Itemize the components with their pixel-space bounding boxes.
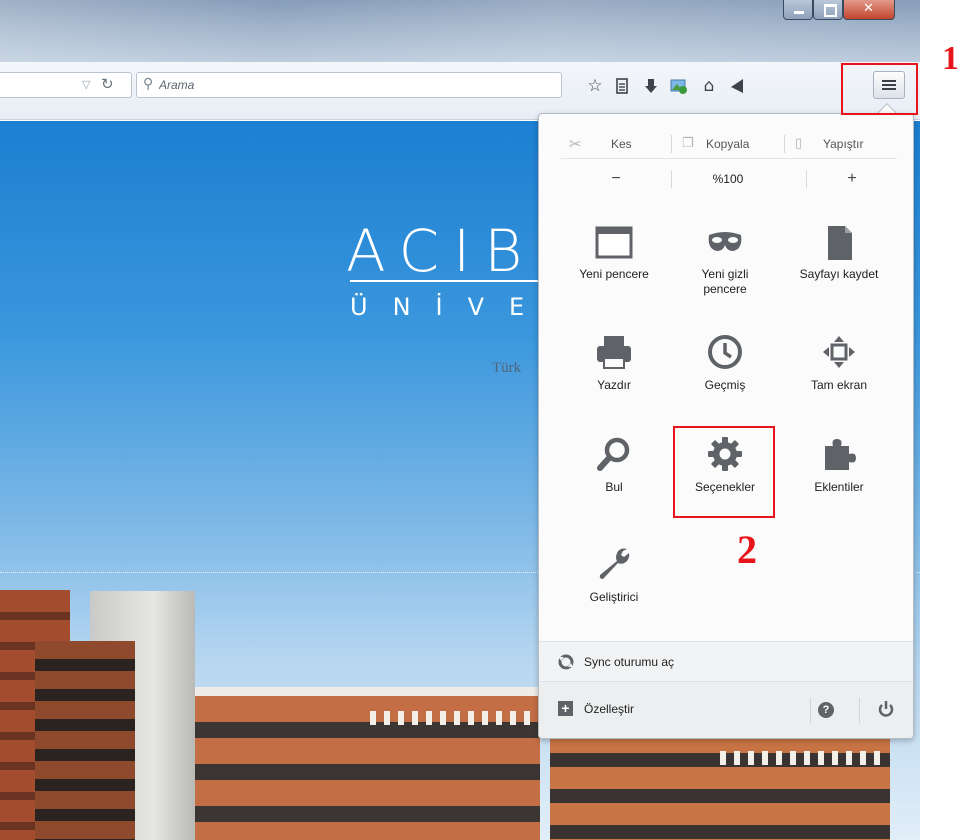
customize-footer: + Özelleştir ? — [539, 681, 913, 738]
search-bar[interactable]: ⚲ — [136, 72, 562, 98]
separator — [810, 698, 811, 724]
mask-icon — [705, 223, 745, 263]
zoom-reset-button[interactable]: %100 — [672, 164, 784, 194]
clipboard-icon: ▯ — [795, 136, 803, 151]
maximize-button[interactable] — [813, 0, 843, 20]
share-icon[interactable] — [726, 75, 748, 97]
step-number-1: 1 — [942, 40, 959, 77]
zoom-in-button[interactable]: + — [807, 164, 897, 194]
logo-divider — [350, 280, 550, 282]
downloads-icon[interactable] — [640, 75, 662, 97]
university-logo-subtext: ÜNİVE — [350, 293, 550, 321]
printer-icon — [594, 332, 634, 372]
history-dropdown-icon[interactable]: ▽ — [82, 78, 90, 91]
window-row — [370, 711, 535, 725]
new-window-button[interactable]: Yeni pencere — [559, 219, 669, 319]
history-label: Geçmiş — [704, 378, 746, 392]
minimize-button[interactable] — [783, 0, 813, 20]
home-icon[interactable]: ⌂ — [698, 75, 720, 97]
customize-label: Özelleştir — [584, 702, 635, 716]
find-label: Bul — [605, 480, 623, 494]
sync-icon — [558, 654, 574, 675]
separator — [859, 698, 860, 724]
fullscreen-icon — [819, 332, 859, 372]
bookmark-star-icon[interactable]: ☆ — [584, 75, 606, 97]
screenshot: ▽ ↻ ⚲ ☆ ⌂ ACIB ÜNİVE Türk — [0, 0, 971, 840]
power-icon[interactable] — [878, 700, 894, 723]
plus-box-icon: + — [558, 701, 573, 716]
help-icon[interactable]: ? — [818, 702, 834, 718]
titlebar-glass — [0, 0, 920, 62]
scissors-icon: ✂ — [569, 135, 582, 153]
reload-icon[interactable]: ↻ — [101, 75, 114, 93]
copy-label: Kopyala — [706, 137, 750, 151]
cut-label: Kes — [611, 137, 632, 151]
page-icon — [819, 223, 859, 263]
new-window-icon — [594, 223, 634, 263]
clock-icon — [705, 332, 745, 372]
step-number-2: 2 — [737, 527, 757, 572]
close-window-button[interactable] — [843, 0, 895, 20]
puzzle-icon — [819, 434, 859, 474]
customize-button[interactable]: + Özelleştir — [539, 682, 789, 739]
private-window-button[interactable]: Yeni gizli pencere — [670, 219, 780, 319]
search-input[interactable] — [159, 73, 549, 97]
sync-label: Sync oturumu aç — [584, 655, 675, 669]
building-right — [550, 731, 890, 840]
developer-button[interactable]: Geliştirici — [559, 544, 669, 614]
url-bar[interactable]: ▽ ↻ — [0, 72, 132, 98]
wrench-icon — [594, 544, 634, 584]
navigation-toolbar: ▽ ↻ ⚲ ☆ ⌂ — [0, 62, 920, 120]
window-titlebar — [0, 0, 920, 62]
copy-button[interactable]: ❐ Kopyala — [672, 129, 784, 159]
history-button[interactable]: Geçmiş — [670, 332, 780, 402]
magnifier-icon — [594, 434, 634, 474]
building-balconies — [35, 641, 135, 840]
save-page-label: Sayfayı kaydet — [799, 267, 879, 281]
zoom-controls: − %100 + — [561, 164, 897, 194]
fullscreen-button[interactable]: Tam ekran — [784, 332, 894, 402]
cut-button[interactable]: ✂ Kes — [561, 129, 671, 159]
developer-label: Geliştirici — [589, 590, 639, 604]
highlight-box-menu-button — [841, 63, 918, 115]
paste-button[interactable]: ▯ Yapıştır — [785, 129, 897, 159]
sync-signin-button[interactable]: Sync oturumu aç — [539, 641, 913, 681]
window-row — [720, 751, 880, 765]
copy-icon: ❐ — [682, 136, 694, 151]
search-icon[interactable]: ⚲ — [143, 76, 153, 92]
bookmarks-list-icon[interactable] — [611, 75, 633, 97]
print-label: Yazdır — [597, 378, 631, 392]
fullscreen-label: Tam ekran — [810, 378, 868, 392]
highlight-box-options — [673, 426, 775, 518]
paste-label: Yapıştır — [823, 137, 864, 151]
print-button[interactable]: Yazdır — [559, 332, 669, 402]
private-window-label: Yeni gizli pencere — [701, 267, 749, 296]
image-addon-icon[interactable] — [668, 75, 690, 97]
addons-button[interactable]: Eklentiler — [784, 434, 894, 504]
university-logo-text: ACIB — [346, 217, 537, 285]
addons-label: Eklentiler — [814, 480, 864, 494]
zoom-out-button[interactable]: − — [561, 164, 671, 194]
save-page-button[interactable]: Sayfayı kaydet — [784, 219, 894, 319]
page-tagline: Türk — [492, 360, 522, 376]
new-window-label: Yeni pencere — [579, 267, 649, 281]
edit-controls: ✂ Kes ❐ Kopyala ▯ Yapıştır — [561, 129, 897, 159]
find-button[interactable]: Bul — [559, 434, 669, 504]
